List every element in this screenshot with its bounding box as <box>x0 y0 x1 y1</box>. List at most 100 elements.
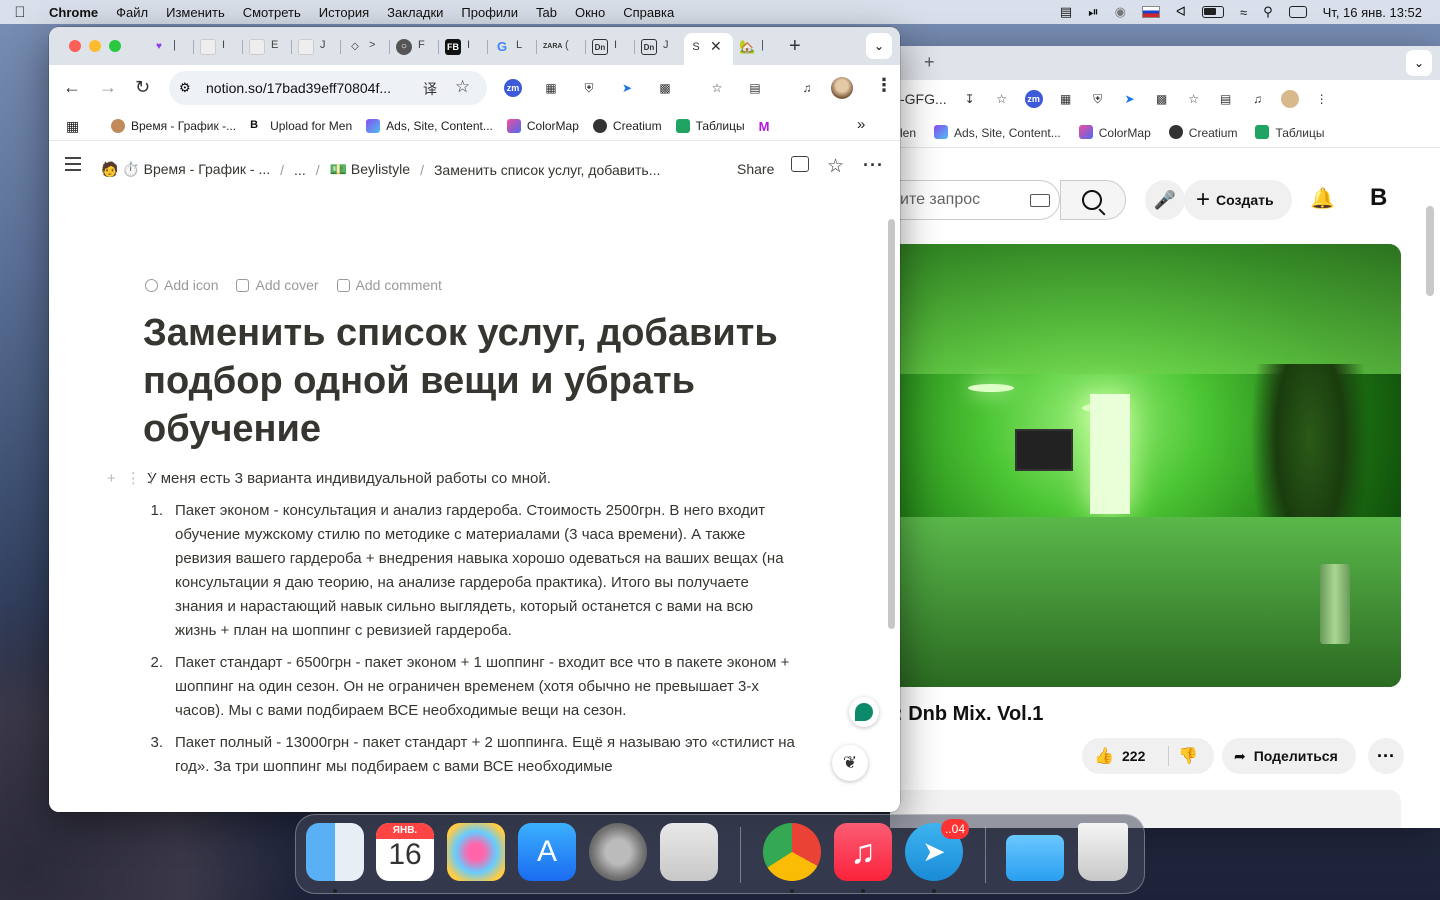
bluetooth-icon[interactable]: ᐊ <box>1176 4 1186 20</box>
browser-tab[interactable]: ZARA( <box>537 33 586 61</box>
profile-avatar-icon[interactable] <box>831 77 853 99</box>
browser-tab-active[interactable]: S ✕ <box>684 33 733 65</box>
minimize-window-button[interactable] <box>89 40 101 52</box>
add-icon-button[interactable]: Add icon <box>145 277 218 293</box>
youtube-search-input[interactable]: ите запрос <box>890 180 1060 220</box>
list-item[interactable]: 1. Пакет эконом - консультация и анализ г… <box>147 499 797 643</box>
arrow-extension-icon[interactable]: ➤ <box>618 79 636 97</box>
media-icon[interactable]: ♫ <box>798 79 816 97</box>
folder-icon[interactable] <box>1006 835 1064 881</box>
extension-icon[interactable]: ▦ <box>542 79 560 97</box>
menu-app-name[interactable]: Chrome <box>40 5 107 20</box>
bookmark-item[interactable]: len <box>900 126 916 140</box>
shield-extension-icon[interactable]: ⛨ <box>580 79 598 97</box>
list-item[interactable]: 3. Пакет полный - 13000грн - пакет станда… <box>147 731 797 779</box>
calendar-icon[interactable]: ЯНВ. 16 <box>376 823 434 881</box>
shield-extension-icon[interactable]: ⛨ <box>1089 90 1107 108</box>
bookmark-item[interactable]: Creatium <box>1168 125 1237 140</box>
play-icon[interactable]: ⏯ <box>1088 4 1098 20</box>
arrow-extension-icon[interactable]: ➤ <box>1121 90 1139 108</box>
profile-avatar-icon[interactable] <box>1280 90 1299 108</box>
menu-help[interactable]: Справка <box>614 5 683 20</box>
puzzle-icon[interactable]: ▩ <box>656 79 674 97</box>
control-center-icon[interactable] <box>1288 6 1307 18</box>
breadcrumb-item[interactable]: Заменить список услуг, добавить... <box>434 162 660 178</box>
thumbs-up-icon[interactable]: 👍 <box>1094 746 1114 766</box>
menu-file[interactable]: Файл <box>107 5 157 20</box>
breadcrumb-item[interactable]: ... <box>294 162 306 178</box>
address-bar[interactable]: ⚙ notion.so/17bad39eff70804f... 译 ☆ <box>169 71 487 105</box>
calculator-icon[interactable] <box>660 823 718 881</box>
finder-icon[interactable] <box>306 823 364 881</box>
bookmark-item[interactable]: M <box>759 119 779 134</box>
microphone-icon[interactable]: 🎤 <box>1145 180 1185 220</box>
tab-search-chevron-icon[interactable]: ⌄ <box>1406 50 1432 76</box>
launchpad-icon[interactable] <box>447 823 505 881</box>
bookmark-item[interactable]: B Upload for Men <box>250 119 352 133</box>
like-dislike-button[interactable]: 👍 222 👎 <box>1082 738 1214 774</box>
close-window-button[interactable] <box>69 40 81 52</box>
telegram-icon[interactable]: ➤ ..04 <box>905 819 969 881</box>
favorite-star-icon[interactable]: ☆ <box>827 155 844 178</box>
browser-tab[interactable]: J <box>292 33 341 61</box>
spotlight-search-icon[interactable]: ⚲ <box>1263 4 1273 20</box>
stack-icon[interactable]: ▤ <box>1060 4 1072 20</box>
menu-bookmarks[interactable]: Закладки <box>378 5 452 20</box>
browser-tab[interactable]: E <box>243 33 292 61</box>
side-panel-icon[interactable]: ▤ <box>746 79 764 97</box>
site-settings-icon[interactable]: ⚙ <box>179 80 195 96</box>
new-tab-icon[interactable]: + <box>789 35 801 58</box>
youtube-search-button[interactable] <box>1060 180 1126 220</box>
bookmark-item[interactable]: ColorMap <box>1078 125 1151 140</box>
background-url-fragment[interactable]: -GFG... <box>900 91 947 107</box>
share-button[interactable]: Share <box>737 161 774 177</box>
menu-history[interactable]: История <box>310 5 378 20</box>
intro-paragraph[interactable]: У меня есть 3 варианта индивидуальной ра… <box>147 467 797 491</box>
browser-tab[interactable]: GL <box>488 33 537 61</box>
background-scrollbar[interactable] <box>1426 206 1434 296</box>
apple-menu-icon[interactable]:  <box>0 4 40 21</box>
menu-edit[interactable]: Изменить <box>157 5 234 20</box>
bookmark-item[interactable]: Таблицы <box>1255 125 1324 140</box>
close-tab-icon[interactable]: ✕ <box>710 38 722 55</box>
more-bookmarks-chevron-icon[interactable]: » <box>857 116 865 133</box>
bookmark-star-icon[interactable]: ☆ <box>993 90 1011 108</box>
menu-profiles[interactable]: Профили <box>452 5 527 20</box>
thumbs-down-icon[interactable]: 👎 <box>1178 746 1198 766</box>
russian-flag-icon[interactable] <box>1141 6 1160 18</box>
notion-page[interactable]: 🧑 ⏱️ Время - График - ... / ... / 💵 Beyl… <box>49 141 900 812</box>
bookmark-star-icon[interactable]: ☆ <box>455 77 470 97</box>
background-browser-window[interactable]: + ⌄ -GFG... ↧ ☆ zm ▦ ⛨ ➤ ▩ ☆ ▤ ♫ ⋮ len A… <box>890 46 1440 828</box>
url-text[interactable]: notion.so/17bad39eff70804f... <box>206 80 391 96</box>
puzzle-icon[interactable]: ▩ <box>1153 90 1171 108</box>
block-drag-handle-icon[interactable]: + ⋮⋮ <box>107 467 162 491</box>
chrome-icon[interactable] <box>763 823 821 881</box>
wifi-icon[interactable]: ≈ <box>1240 5 1247 20</box>
install-icon[interactable]: ↧ <box>961 90 979 108</box>
battery-icon[interactable] <box>1201 6 1224 18</box>
zoom-window-button[interactable] <box>109 40 121 52</box>
sidebar-toggle-icon[interactable] <box>65 157 81 171</box>
forward-arrow-icon[interactable]: → <box>99 77 117 98</box>
page-title[interactable]: Заменить список услуг, добавить подбор о… <box>143 309 803 453</box>
ai-assistant-icon[interactable]: ❦ <box>832 745 868 781</box>
breadcrumb-item[interactable]: 🧑 ⏱️ Время - График - ... <box>101 161 270 178</box>
browser-tab[interactable]: I <box>194 33 243 61</box>
extension-icon[interactable]: ▦ <box>1057 90 1075 108</box>
menubar-clock[interactable]: Чт, 16 янв. 13:52 <box>1323 5 1422 20</box>
bookmark-item[interactable]: Ads, Site, Content... <box>934 125 1061 140</box>
bookmark-item[interactable]: Время - График -... <box>111 118 236 133</box>
keyboard-icon[interactable] <box>1030 194 1050 207</box>
page-body[interactable]: + ⋮⋮ У меня есть 3 варианта индивидуальн… <box>107 467 797 787</box>
add-comment-button[interactable]: Add comment <box>336 277 442 293</box>
media-icon[interactable]: ♫ <box>1249 90 1267 108</box>
menu-view[interactable]: Смотреть <box>234 5 310 20</box>
translate-icon[interactable]: 译 <box>423 79 437 99</box>
reading-list-icon[interactable]: ☆ <box>708 79 726 97</box>
kebab-menu-icon[interactable]: ⋮ <box>875 75 893 96</box>
channel-avatar-icon[interactable]: B <box>1370 184 1387 212</box>
menu-tab[interactable]: Tab <box>527 5 566 20</box>
side-panel-icon[interactable]: ▤ <box>1217 90 1235 108</box>
app-store-icon[interactable]: A <box>518 823 576 881</box>
share-button[interactable]: ➦ Поделиться <box>1222 738 1356 774</box>
